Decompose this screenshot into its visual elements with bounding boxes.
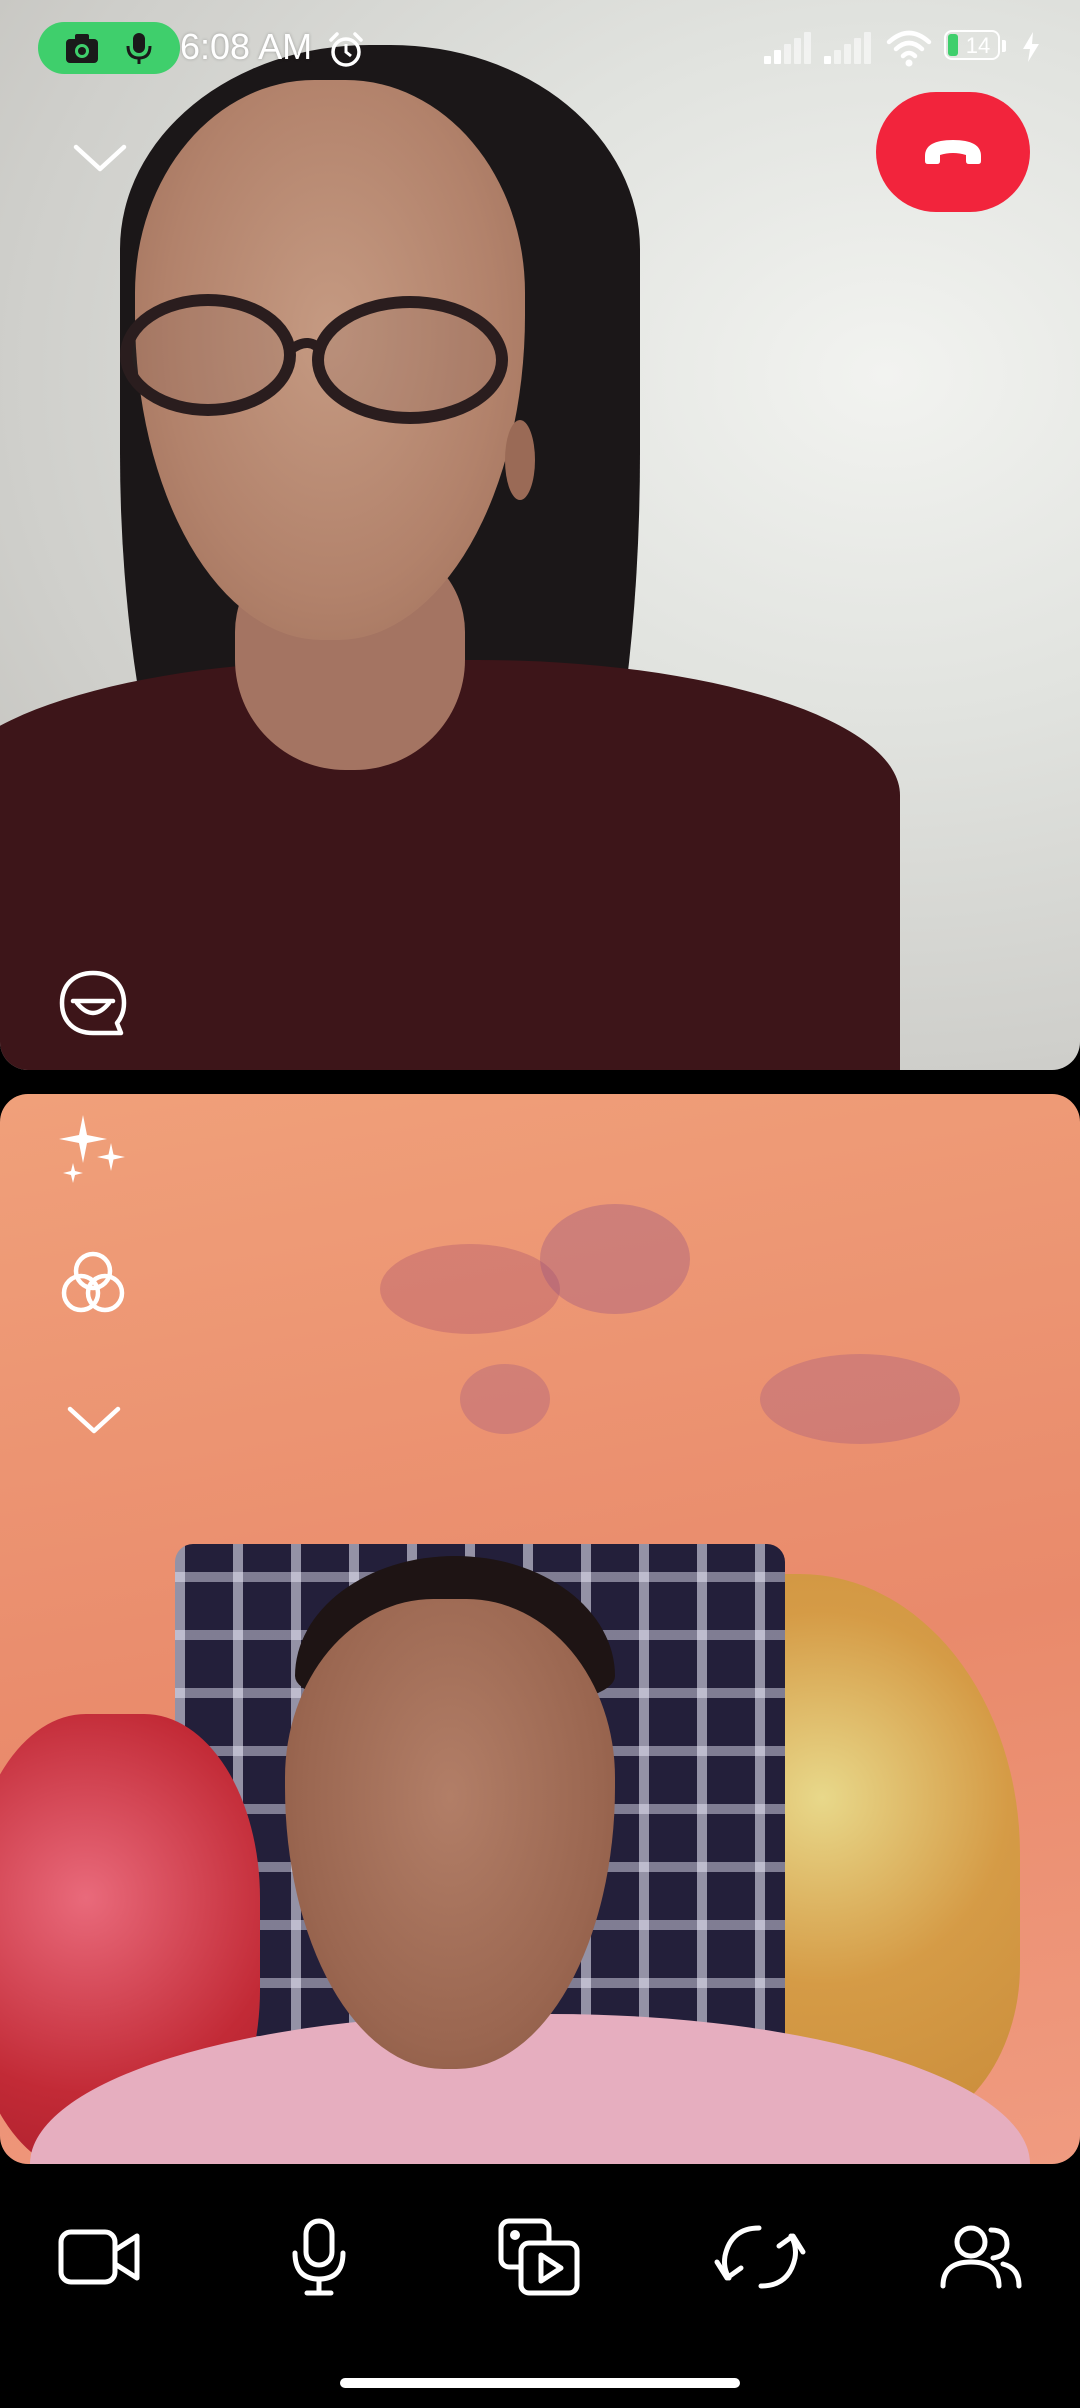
participants-icon <box>940 2225 1022 2289</box>
status-time: 6:08 AM <box>180 26 313 67</box>
fabric-pattern <box>380 1244 560 1334</box>
fabric-pattern <box>760 1354 960 1444</box>
wifi-icon <box>886 30 932 67</box>
status-bar: 6:08 AM 14 <box>0 0 1080 100</box>
alarm-icon <box>329 32 363 67</box>
chat-button[interactable] <box>50 962 136 1048</box>
signal-icon <box>764 32 811 64</box>
flip-camera-icon <box>714 2225 806 2289</box>
home-indicator[interactable] <box>340 2378 740 2388</box>
share-media-icon <box>498 2218 580 2296</box>
battery-icon: 14 <box>944 30 1008 64</box>
more-options-button[interactable] <box>54 1390 134 1450</box>
share-media-button[interactable] <box>485 2202 595 2312</box>
filters-button[interactable] <box>50 1240 136 1326</box>
microphone-icon <box>126 33 152 64</box>
filters-icon <box>61 1251 125 1313</box>
recording-indicator <box>38 22 180 74</box>
fabric-pattern <box>540 1204 690 1314</box>
chevron-down-icon <box>67 1406 121 1434</box>
flip-camera-button[interactable] <box>705 2202 815 2312</box>
camera-icon <box>66 34 98 63</box>
toggle-video-button[interactable] <box>44 2202 154 2312</box>
effects-button[interactable] <box>50 1106 136 1192</box>
fabric-pattern <box>460 1364 550 1434</box>
remote-participant-glasses <box>120 294 508 424</box>
microphone-icon <box>292 2218 346 2296</box>
end-call-icon <box>925 140 981 164</box>
call-toolbar <box>0 2180 1080 2340</box>
video-camera-icon <box>58 2229 140 2285</box>
chevron-down-icon <box>73 144 127 172</box>
minimize-call-button[interactable] <box>60 128 140 188</box>
battery-level: 14 <box>965 33 991 58</box>
toggle-microphone-button[interactable] <box>264 2202 374 2312</box>
end-call-button[interactable] <box>876 92 1030 212</box>
chat-icon <box>59 970 127 1036</box>
participants-button[interactable] <box>926 2202 1036 2312</box>
remote-participant-earring <box>505 420 535 500</box>
self-video[interactable] <box>0 1094 1080 2164</box>
sparkles-icon <box>59 1115 125 1183</box>
charging-icon <box>1023 32 1039 62</box>
signal-icon <box>824 32 871 64</box>
